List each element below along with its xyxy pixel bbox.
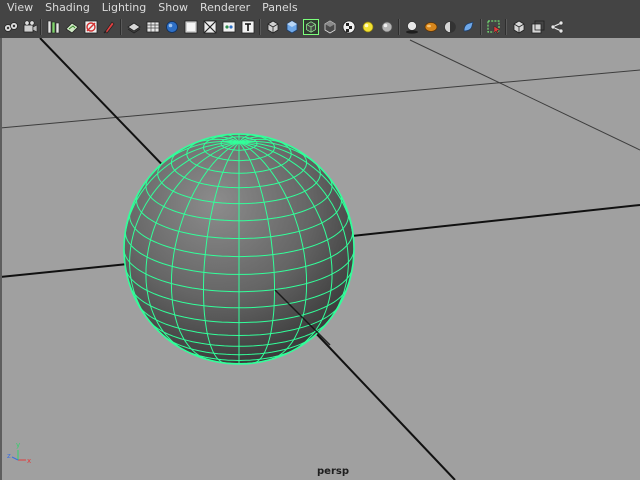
default-light-icon[interactable]	[360, 19, 376, 35]
menu-renderer[interactable]: Renderer	[194, 0, 256, 16]
xray-icon[interactable]	[221, 19, 237, 35]
menu-view[interactable]: View	[0, 0, 39, 16]
camera-attributes-icon[interactable]	[22, 19, 38, 35]
share-icon[interactable]	[549, 19, 565, 35]
toolbar-separator	[480, 19, 482, 35]
bookmarks-icon[interactable]	[45, 19, 61, 35]
viewport-scene	[0, 38, 640, 480]
textured-checker-icon[interactable]	[341, 19, 357, 35]
bounding-box-icon[interactable]	[183, 19, 199, 35]
cube-outline-icon[interactable]	[265, 19, 281, 35]
text-icon[interactable]	[240, 19, 256, 35]
two-pane-icon[interactable]	[530, 19, 546, 35]
anti-alias-icon[interactable]	[461, 19, 477, 35]
toolbar-separator	[40, 19, 42, 35]
shadows-icon[interactable]	[404, 19, 420, 35]
toolbar-separator	[259, 19, 261, 35]
film-gate-icon[interactable]	[101, 19, 117, 35]
toolbar-separator	[505, 19, 507, 35]
panel-left-border	[0, 38, 2, 480]
select-camera-icon[interactable]	[3, 19, 19, 35]
motion-blur-icon[interactable]	[442, 19, 458, 35]
menu-show[interactable]: Show	[152, 0, 194, 16]
sphere-mesh[interactable]	[123, 133, 355, 365]
checker-icon[interactable]	[322, 19, 338, 35]
panel-toolbar	[0, 16, 640, 38]
camera-name-label: persp	[317, 466, 349, 477]
panel-menubar: View Shading Lighting Show Renderer Pane…	[0, 0, 640, 16]
wireframe-on-shaded-icon[interactable]	[303, 19, 319, 35]
axis-gizmo: x y z	[6, 436, 40, 470]
axis-y-label: y	[16, 441, 20, 449]
single-pane-icon[interactable]	[511, 19, 527, 35]
image-plane-icon[interactable]	[64, 19, 80, 35]
axis-z-label: z	[7, 452, 11, 460]
smooth-shade-icon[interactable]	[145, 19, 161, 35]
toolbar-separator	[120, 19, 122, 35]
flat-shade-icon[interactable]	[164, 19, 180, 35]
toolbar-separator	[398, 19, 400, 35]
screen-ao-icon[interactable]	[423, 19, 439, 35]
all-lights-icon[interactable]	[379, 19, 395, 35]
maya-viewport-panel: View Shading Lighting Show Renderer Pane…	[0, 0, 640, 480]
isolate-select-icon[interactable]	[486, 19, 502, 35]
grid-toggle-icon[interactable]	[83, 19, 99, 35]
textured-icon[interactable]	[202, 19, 218, 35]
perspective-viewport[interactable]: x y z	[0, 38, 640, 480]
menu-shading[interactable]: Shading	[39, 0, 96, 16]
axis-x-label: x	[27, 457, 31, 465]
wireframe-icon[interactable]	[126, 19, 142, 35]
menu-lighting[interactable]: Lighting	[96, 0, 152, 16]
cube-shaded-icon[interactable]	[284, 19, 300, 35]
menu-panels[interactable]: Panels	[256, 0, 303, 16]
